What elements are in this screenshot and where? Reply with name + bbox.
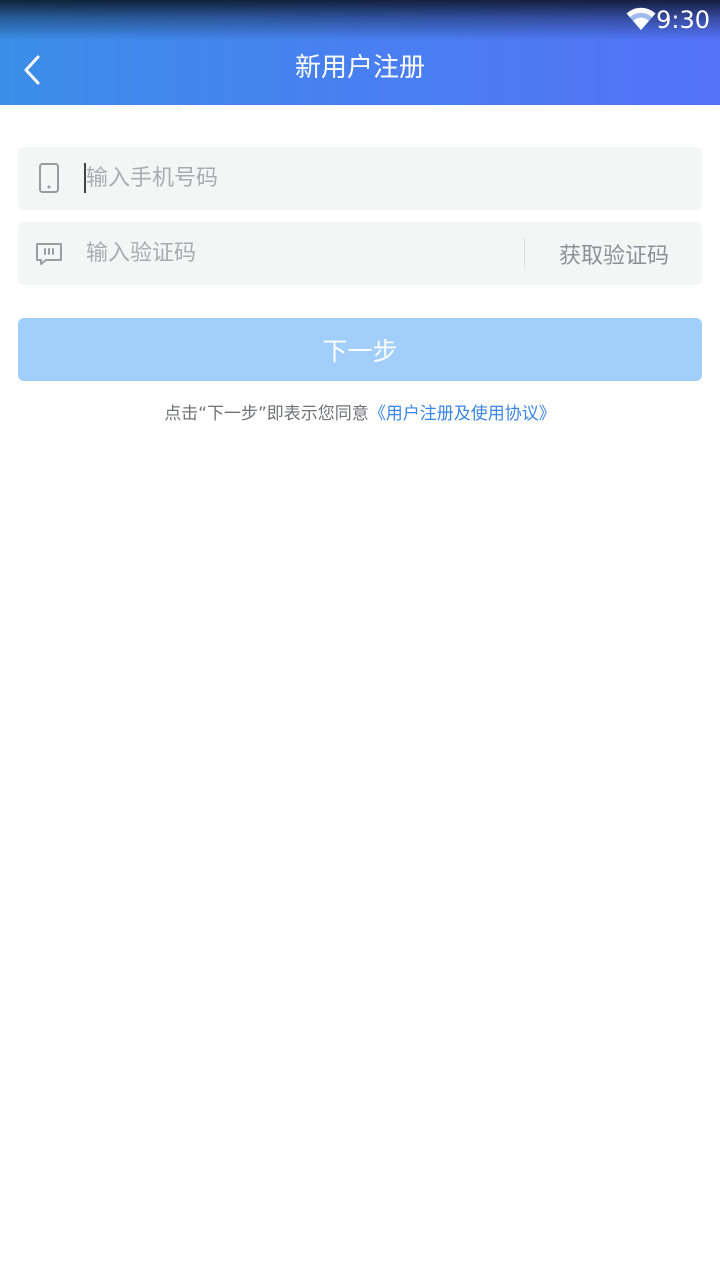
status-bar: 9:30 [0, 0, 720, 40]
field-divider [524, 238, 525, 268]
phone-input[interactable] [86, 147, 676, 210]
code-field[interactable]: 获取验证码 [18, 222, 702, 285]
phone-icon [39, 163, 59, 193]
status-time: 9:30 [656, 6, 710, 34]
register-screen: 9:30 新用户注册 获取验证码 下一步 [0, 0, 720, 1280]
nav-bar: 新用户注册 [0, 40, 720, 105]
phone-field[interactable] [18, 147, 702, 210]
message-icon [36, 243, 62, 265]
wifi-icon [626, 7, 656, 30]
get-code-button[interactable]: 获取验证码 [526, 222, 702, 285]
page-title: 新用户注册 [294, 53, 425, 83]
agreement-prefix: 点击“下一步”即表示您同意 [164, 404, 369, 424]
next-button[interactable]: 下一步 [18, 318, 702, 381]
code-input[interactable] [86, 222, 506, 285]
agreement-text: 点击“下一步”即表示您同意《用户注册及使用协议》 [0, 402, 720, 426]
header: 9:30 新用户注册 [0, 0, 720, 105]
agreement-link[interactable]: 《用户注册及使用协议》 [369, 404, 556, 424]
